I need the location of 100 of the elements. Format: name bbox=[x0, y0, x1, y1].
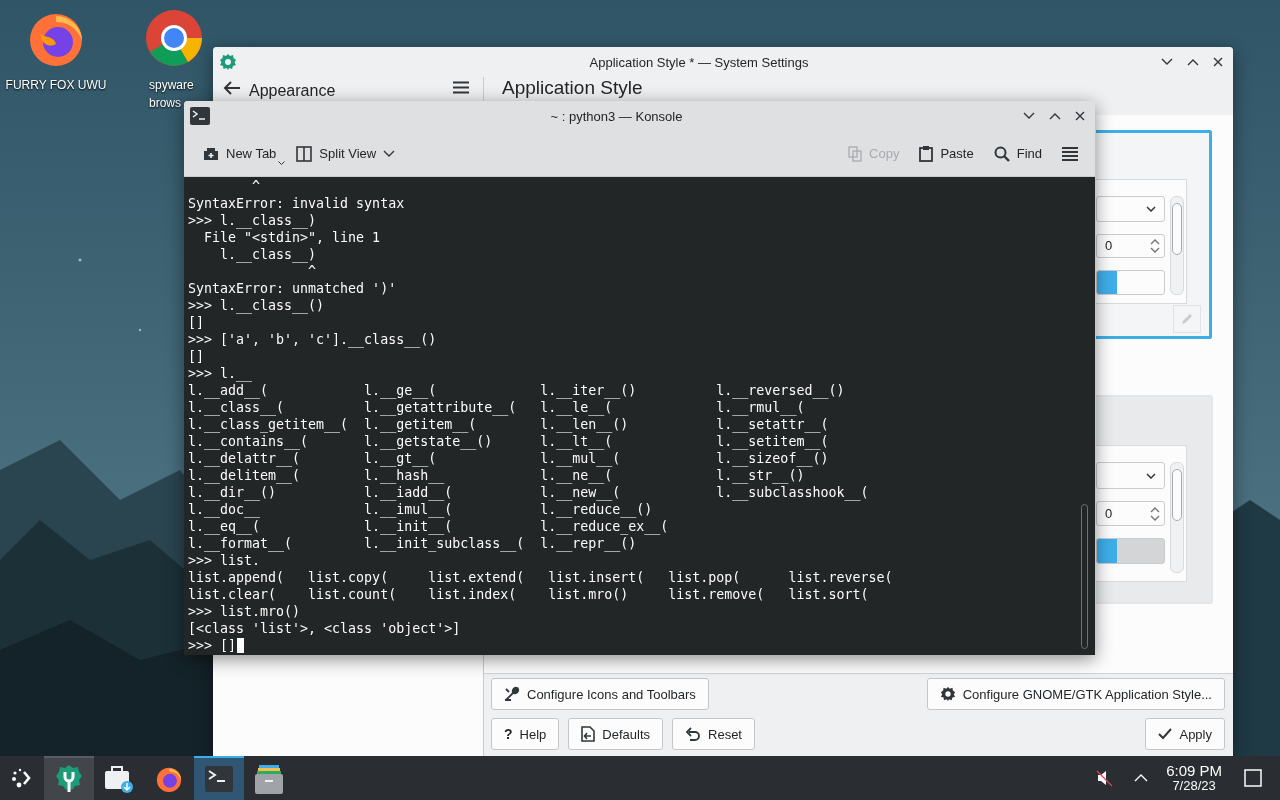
caret-icon bbox=[278, 161, 286, 165]
completion-item: l.__iter__() bbox=[540, 383, 637, 398]
style-preview[interactable]: 0 bbox=[1096, 130, 1212, 339]
spin-arrows-icon bbox=[1150, 505, 1160, 522]
completion-item: l.__mul__( bbox=[540, 451, 621, 466]
completion-item: list.append( bbox=[188, 570, 285, 585]
completion-item: l.__class__( bbox=[188, 400, 285, 415]
speaker-muted-icon[interactable] bbox=[1096, 769, 1115, 787]
maximize-icon[interactable] bbox=[1049, 112, 1061, 120]
settings-button[interactable]: Configure Icons and Toolbars bbox=[491, 678, 709, 710]
completion-item: list.pop( bbox=[668, 570, 741, 585]
clock[interactable]: 6:09 PM 7/28/23 bbox=[1166, 756, 1222, 800]
clock-time: 6:09 PM bbox=[1166, 763, 1222, 778]
completion-item: l.__le__( bbox=[540, 400, 613, 415]
terminal-icon bbox=[205, 766, 233, 792]
completion-item: l.__class_getitem__( bbox=[188, 417, 349, 432]
settings-button[interactable]: Reset bbox=[672, 718, 755, 750]
completion-item: l.__reversed__() bbox=[716, 383, 845, 398]
show-desktop-icon[interactable] bbox=[1244, 769, 1262, 787]
completion-item: l.__init__( bbox=[364, 519, 453, 534]
text-cursor bbox=[237, 638, 245, 653]
toolbar-button[interactable]: Split View bbox=[291, 141, 401, 166]
completion-item: l.__setattr__( bbox=[716, 417, 829, 432]
chevron-down-icon bbox=[383, 150, 396, 157]
close-icon[interactable] bbox=[1075, 111, 1085, 121]
gear-icon bbox=[219, 53, 237, 71]
desktop-icon-label[interactable]: spyware brows bbox=[149, 76, 199, 112]
wrench-gear-icon bbox=[55, 764, 83, 794]
maximize-icon[interactable] bbox=[1187, 58, 1199, 66]
completion-item: list.insert( bbox=[548, 570, 645, 585]
completion-item: l.__setitem__( bbox=[716, 434, 829, 449]
completion-item: list.reverse( bbox=[788, 570, 893, 585]
search-icon bbox=[993, 145, 1010, 162]
completion-item: list.sort( bbox=[788, 587, 869, 602]
terminal-line: ^ bbox=[251, 178, 261, 195]
completion-item: l.__delattr__( bbox=[188, 451, 301, 466]
close-icon[interactable] bbox=[1213, 57, 1223, 67]
split-view-icon bbox=[296, 145, 313, 162]
taskbar-button[interactable] bbox=[44, 756, 94, 800]
spin-arrows-icon bbox=[1150, 237, 1160, 254]
back-arrow-icon[interactable] bbox=[223, 81, 241, 95]
completion-item: l.__str__() bbox=[716, 468, 805, 483]
completion-item: l.__hash__ bbox=[364, 468, 445, 483]
new-tab-icon bbox=[203, 146, 219, 161]
undo-icon bbox=[685, 727, 701, 741]
minimize-icon[interactable] bbox=[1161, 58, 1173, 66]
terminal-line: [<class 'list'>, <class 'object'>] bbox=[188, 620, 461, 637]
terminal-line: >>> list.mro() bbox=[188, 603, 301, 620]
style-preview[interactable]: 0 bbox=[1096, 395, 1213, 604]
terminal-line: >>> list. bbox=[188, 552, 261, 569]
completion-item: list.clear( bbox=[188, 587, 277, 602]
toolbar-button[interactable]: Paste bbox=[914, 141, 979, 166]
completion-item: list.extend( bbox=[428, 570, 525, 585]
terminal-line: [] bbox=[188, 314, 204, 331]
completion-item: l.__getitem__( bbox=[364, 417, 477, 432]
completion-item: l.__dir__() bbox=[188, 485, 277, 500]
terminal-line: ^ bbox=[307, 263, 317, 280]
terminal-line: SyntaxError: unmatched ')' bbox=[188, 280, 397, 297]
completion-item: l.__ne__( bbox=[540, 468, 613, 483]
shopping-bag-icon bbox=[104, 764, 134, 794]
spin-value: 0 bbox=[1105, 238, 1113, 254]
completion-item: list.copy( bbox=[308, 570, 389, 585]
completion-item: l.__reduce__() bbox=[540, 502, 653, 517]
spin-value: 0 bbox=[1105, 506, 1113, 521]
terminal-line: l.__class__) bbox=[219, 246, 317, 263]
completion-item: l.__reduce_ex__( bbox=[540, 519, 669, 534]
window-title: ~ : python3 — Konsole bbox=[549, 108, 684, 124]
completion-item: l.__lt__( bbox=[540, 434, 613, 449]
clock-date: 7/28/23 bbox=[1172, 778, 1216, 793]
taskbar-button[interactable] bbox=[194, 756, 244, 800]
completion-item: l.__doc__ bbox=[188, 502, 261, 517]
settings-button[interactable]: ? Help bbox=[491, 718, 560, 750]
completion-item: l.__len__() bbox=[540, 417, 629, 432]
sidebar-title: Appearance bbox=[249, 81, 337, 101]
fox-logo-icon bbox=[155, 765, 183, 793]
toolbar-button[interactable]: Find bbox=[988, 141, 1047, 166]
completion-item: l.__rmul__( bbox=[716, 400, 805, 415]
minimize-icon[interactable] bbox=[1023, 112, 1035, 120]
apply-button[interactable]: Apply bbox=[1145, 718, 1225, 750]
settings-button[interactable]: Defaults bbox=[568, 718, 663, 750]
terminal-line: SyntaxError: invalid syntax bbox=[188, 195, 405, 212]
document-arrow-icon bbox=[581, 726, 596, 742]
terminal-line: >>> ['a', 'b', 'c'].__class__() bbox=[188, 331, 437, 348]
chevron-up-icon[interactable] bbox=[1134, 774, 1149, 782]
tricolor-circle-icon[interactable] bbox=[144, 8, 204, 68]
settings-button[interactable]: Configure GNOME/GTK Application Style... bbox=[926, 678, 1225, 710]
completion-item: l.__repr__() bbox=[540, 536, 637, 551]
file-cabinet-icon bbox=[255, 764, 283, 794]
app-launcher-icon[interactable] bbox=[11, 767, 33, 789]
completion-item: l.__gt__( bbox=[364, 451, 437, 466]
completion-item: l.__init_subclass__( bbox=[364, 536, 525, 551]
desktop-icon-label[interactable]: FURRY FOX UWU bbox=[1, 76, 111, 94]
menu-icon bbox=[1062, 146, 1078, 161]
tools-icon bbox=[504, 686, 520, 702]
completion-item: list.index( bbox=[428, 587, 517, 602]
completion-item: list.mro() bbox=[548, 587, 629, 602]
menu-icon[interactable] bbox=[453, 81, 469, 94]
terminal-line: [] bbox=[188, 348, 204, 365]
toolbar-button[interactable]: New Tab bbox=[198, 142, 282, 165]
terminal-line: >>> l.__ bbox=[188, 365, 253, 382]
